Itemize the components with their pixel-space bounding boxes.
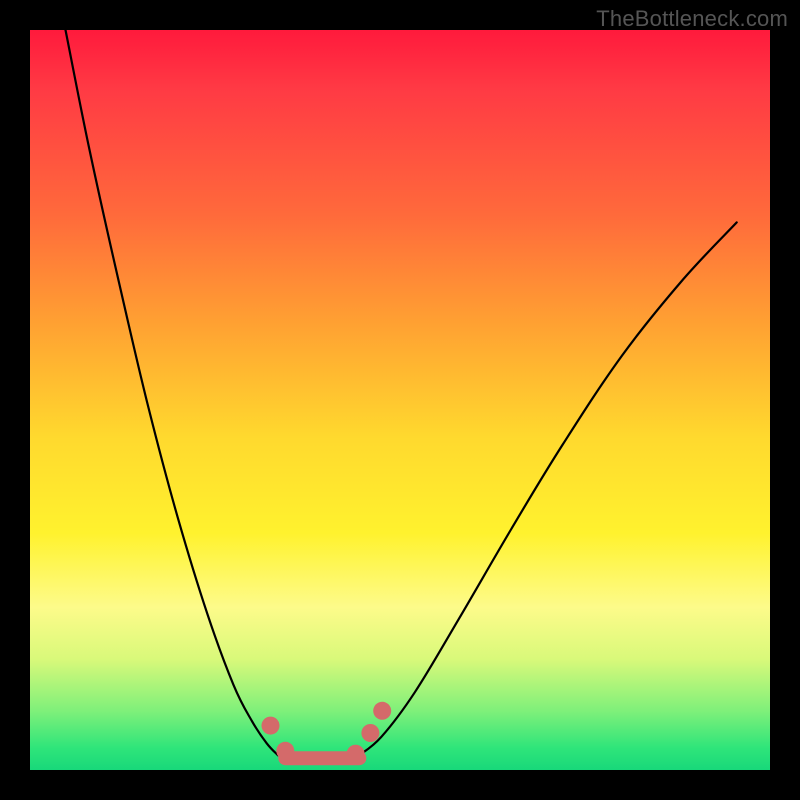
- curve-marker: [262, 717, 280, 735]
- curve-marker: [347, 745, 365, 763]
- watermark-text: TheBottleneck.com: [596, 6, 788, 32]
- curve-left-branch: [66, 30, 278, 755]
- curve-right-branch: [359, 222, 736, 755]
- gradient-plot-area: [30, 30, 770, 770]
- curve-marker: [361, 724, 379, 742]
- outer-frame: TheBottleneck.com: [0, 0, 800, 800]
- curve-marker: [373, 702, 391, 720]
- curve-marker: [276, 742, 294, 760]
- curve-svg: [30, 30, 770, 770]
